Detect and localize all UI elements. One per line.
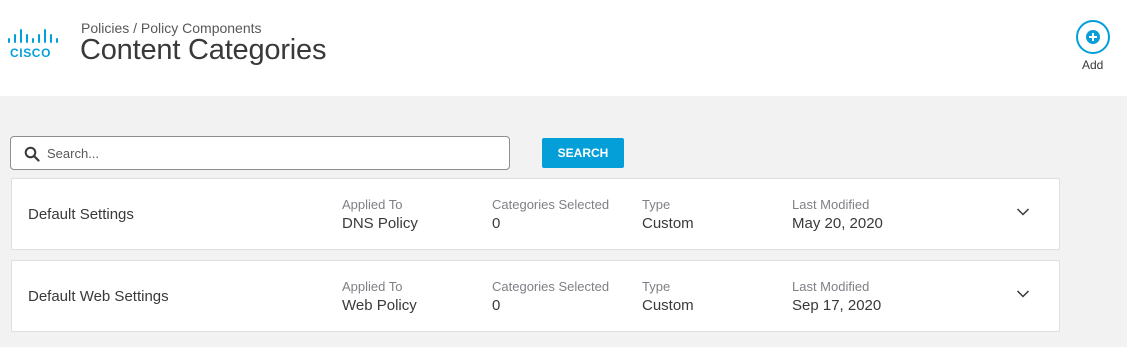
last-modified-field: Last Modified May 20, 2020 <box>792 197 883 232</box>
applied-to-value: DNS Policy <box>342 215 418 232</box>
content-category-row-default-web-settings[interactable]: Default Web Settings Applied To Web Poli… <box>11 260 1060 332</box>
categories-selected-label: Categories Selected <box>492 197 610 212</box>
categories-selected-label: Categories Selected <box>492 279 610 294</box>
applied-to-field: Applied To Web Policy <box>342 279 417 314</box>
chevron-down-icon[interactable] <box>1016 207 1030 217</box>
applied-to-label: Applied To <box>342 197 403 212</box>
page-title: Content Categories <box>80 34 327 66</box>
applied-to-label: Applied To <box>342 279 403 294</box>
cisco-logo: CISCO <box>7 28 63 62</box>
content-category-row-default-settings[interactable]: Default Settings Applied To DNS Policy C… <box>11 178 1060 250</box>
chevron-down-icon[interactable] <box>1016 289 1030 299</box>
applied-to-field: Applied To DNS Policy <box>342 197 418 232</box>
search-input[interactable] <box>47 137 502 169</box>
categories-selected-value: 0 <box>492 215 501 232</box>
type-field: Type Custom <box>642 279 694 314</box>
last-modified-label: Last Modified <box>792 197 870 212</box>
applied-to-value: Web Policy <box>342 297 417 314</box>
last-modified-label: Last Modified <box>792 279 870 294</box>
type-value: Custom <box>642 297 694 314</box>
cisco-logo-bars <box>7 28 63 43</box>
last-modified-field: Last Modified Sep 17, 2020 <box>792 279 881 314</box>
type-field: Type Custom <box>642 197 694 232</box>
last-modified-value: May 20, 2020 <box>792 215 883 232</box>
add-button-label[interactable]: Add <box>1082 58 1103 72</box>
row-name: Default Web Settings <box>28 288 169 305</box>
plus-circle-icon <box>1086 30 1100 44</box>
type-label: Type <box>642 279 671 294</box>
search-box <box>10 136 510 170</box>
type-value: Custom <box>642 215 694 232</box>
search-button[interactable]: SEARCH <box>542 138 624 168</box>
last-modified-value: Sep 17, 2020 <box>792 297 882 314</box>
row-name: Default Settings <box>28 206 134 223</box>
type-label: Type <box>642 197 671 212</box>
categories-selected-field: Categories Selected 0 <box>492 197 609 232</box>
categories-selected-field: Categories Selected 0 <box>492 279 609 314</box>
add-button[interactable] <box>1076 20 1110 54</box>
page-header: CISCO Policies / Policy Components Conte… <box>0 0 1127 96</box>
search-icon <box>24 146 40 162</box>
categories-selected-value: 0 <box>492 297 501 314</box>
cisco-logo-text: CISCO <box>10 46 52 60</box>
